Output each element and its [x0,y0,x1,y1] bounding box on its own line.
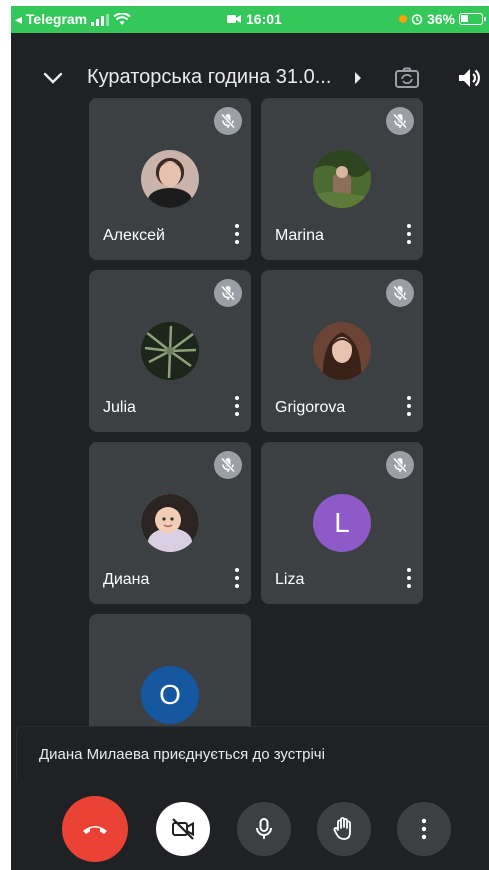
camera-switch-icon[interactable] [393,64,421,92]
avatar [313,322,371,380]
meet-screen: ◂ Telegram 16:01 36% Кураторська година … [11,6,489,870]
status-center: 16:01 [227,11,282,27]
participant-name: Диана [103,571,150,588]
mic-off-icon [214,451,242,479]
avatar [141,494,199,552]
battery-icon [459,13,486,25]
mic-off-icon [386,279,414,307]
battery-percent: 36% [426,11,455,27]
more-vert-icon[interactable] [231,566,243,590]
status-right: 36% [398,11,486,27]
more-vert-icon[interactable] [231,394,243,418]
signal-icon [91,13,110,26]
speaker-icon[interactable] [455,64,483,92]
participant-tile[interactable]: Marina [261,98,423,260]
more-vert-icon[interactable] [403,222,415,246]
play-arrow-icon[interactable] [355,72,361,84]
participant-tile[interactable]: Алексей [89,98,251,260]
status-bar: ◂ Telegram 16:01 36% [11,6,489,33]
alarm-icon [411,14,423,25]
participant-tile[interactable]: Grigorova [261,270,423,432]
avatar [141,150,199,208]
more-options-button[interactable] [397,802,451,856]
more-vert-icon[interactable] [403,394,415,418]
hangup-icon [83,826,107,834]
avatar-initial: L [313,494,371,552]
status-left[interactable]: ◂ Telegram [15,11,131,28]
participant-name: Liza [275,571,305,588]
participant-name: Julia [103,399,136,416]
avatar [313,150,371,208]
mic-off-icon [386,451,414,479]
join-notification: Диана Милаева приєднується до зустрічі [17,727,489,783]
participant-name: Grigorova [275,399,346,416]
more-vert-icon [421,818,427,840]
status-time: 16:01 [246,11,282,27]
mic-off-icon [386,107,414,135]
more-vert-icon[interactable] [403,566,415,590]
join-notification-text: Диана Милаева приєднується до зустрічі [39,746,325,763]
avatar-initial: O [141,666,199,724]
mic-in-use-indicator [398,15,407,23]
avatar [141,322,199,380]
participant-tile[interactable]: Диана [89,442,251,604]
microphone-button[interactable] [237,802,291,856]
participant-name: Marina [275,227,324,244]
participant-name: Алексей [103,227,165,244]
video-recording-icon [227,15,241,23]
mic-icon [256,818,272,839]
more-vert-icon[interactable] [231,222,243,246]
mic-off-icon [214,107,242,135]
meeting-title[interactable]: Кураторська година 31.0... [87,66,331,89]
back-to-app-label[interactable]: ◂ Telegram [15,11,87,28]
chevron-down-icon[interactable] [41,66,65,90]
video-off-icon [172,818,194,840]
mic-off-icon [214,279,242,307]
meeting-header: Кураторська година 31.0... [11,58,489,98]
end-call-button[interactable] [62,796,128,862]
participant-tile[interactable]: L Liza [261,442,423,604]
camera-off-button[interactable] [156,802,210,856]
wifi-icon [113,13,131,25]
participant-tile[interactable]: Julia [89,270,251,432]
raise-hand-button[interactable] [317,802,371,856]
hand-raise-icon [333,817,351,840]
